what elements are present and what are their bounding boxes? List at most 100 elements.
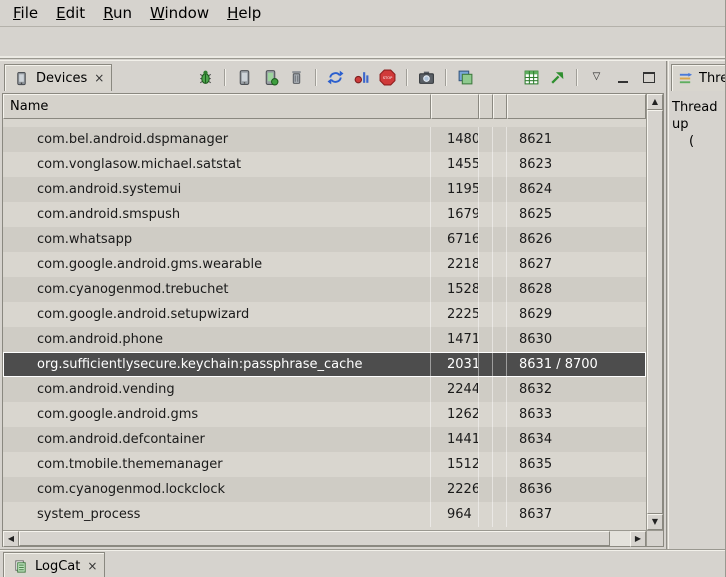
table-header: Name [3, 94, 646, 119]
cell-c3 [479, 252, 493, 277]
column-header-name-label: Name [10, 99, 48, 114]
scroll-right-button[interactable]: ▶ [630, 531, 646, 547]
tab-logcat[interactable]: LogCat × [3, 552, 105, 577]
cell-ports: 8628 [507, 277, 646, 302]
close-icon[interactable]: × [87, 559, 97, 573]
cell-pid: 1528 [431, 277, 479, 302]
cell-pid: 1512 [431, 452, 479, 477]
cell-c4 [493, 202, 507, 227]
table-row[interactable]: com.bel.android.dspmanager14808621 [3, 127, 646, 152]
cell-pid: 6716 [431, 227, 479, 252]
table-row[interactable]: com.android.phone14718630 [3, 327, 646, 352]
view-menu-icon[interactable]: ▽ [587, 68, 606, 87]
toolbar-separator [445, 69, 447, 86]
cell-pid: 1480 [431, 127, 479, 152]
tab-logcat-label: LogCat [35, 559, 80, 574]
cell-ports: 8637 [507, 502, 646, 527]
vertical-scroll-thumb[interactable] [647, 110, 663, 514]
grid-icon[interactable] [522, 68, 541, 87]
table-row[interactable]: com.android.vending224408632 [3, 377, 646, 402]
cell-name: com.vonglasow.michael.satstat [3, 152, 431, 177]
menu-window[interactable]: Window [141, 1, 218, 25]
partial-row [3, 119, 646, 127]
method-profiling-icon[interactable] [352, 68, 371, 87]
scroll-down-button[interactable]: ▼ [647, 514, 663, 530]
table-row[interactable]: com.cyanogenmod.lockclock222658636 [3, 477, 646, 502]
tab-devices-label: Devices [36, 71, 87, 86]
vertical-scrollbar: ▲ ▼ [646, 94, 663, 530]
table-row[interactable]: com.whatsapp6716 8626 [3, 227, 646, 252]
cell-c4 [493, 302, 507, 327]
logcat-icon [11, 557, 30, 576]
cell-ports: 8633 [507, 402, 646, 427]
cell-c4 [493, 127, 507, 152]
menu-help[interactable]: Help [218, 1, 270, 25]
cell-ports: 8627 [507, 252, 646, 277]
cell-name: com.android.phone [3, 327, 431, 352]
cell-ports: 8629 [507, 302, 646, 327]
threads-message: Thread up ( [669, 95, 726, 154]
table-row[interactable]: com.android.smspush16798625 [3, 202, 646, 227]
cell-c3 [479, 202, 493, 227]
menu-run[interactable]: Run [94, 1, 141, 25]
threads-icon [676, 69, 695, 88]
cell-ports: 8621 [507, 127, 646, 152]
cell-name: com.google.android.gms [3, 402, 431, 427]
gallery-icon[interactable] [456, 68, 475, 87]
close-icon[interactable]: × [94, 71, 104, 85]
column-header-4[interactable] [493, 94, 507, 119]
table-row[interactable]: com.android.defcontainer144118634 [3, 427, 646, 452]
debug-bug-icon[interactable] [196, 68, 215, 87]
table-row[interactable]: com.tmobile.thememanager15128635 [3, 452, 646, 477]
table-row[interactable]: system_process9648637 [3, 502, 646, 527]
column-header-pid[interactable] [431, 94, 479, 119]
table-row[interactable]: com.android.systemui11958624 [3, 177, 646, 202]
cell-pid: 1471 [431, 327, 479, 352]
menu-edit[interactable]: Edit [47, 1, 94, 25]
green-arrow-icon[interactable] [548, 68, 567, 87]
cell-name: com.cyanogenmod.trebuchet [3, 277, 431, 302]
minimize-icon[interactable] [613, 68, 632, 87]
tab-devices[interactable]: Devices × [4, 64, 112, 91]
table-row[interactable]: com.google.android.setupwizard222508629 [3, 302, 646, 327]
cell-c4 [493, 377, 507, 402]
menu-file[interactable]: File [4, 1, 47, 25]
column-header-ports[interactable] [507, 94, 646, 119]
tab-threads[interactable]: Threads [671, 64, 726, 91]
cell-name: org.sufficientlysecure.keychain:passphra… [3, 352, 431, 377]
cell-name: com.android.systemui [3, 177, 431, 202]
devices-view: Devices × [0, 61, 666, 550]
column-header-name[interactable]: Name [3, 94, 431, 119]
cell-name: com.cyanogenmod.lockclock [3, 477, 431, 502]
cell-c4 [493, 402, 507, 427]
horizontal-scroll-thumb[interactable] [19, 531, 610, 546]
trash-icon[interactable] [287, 68, 306, 87]
stop-process-icon[interactable]: STOP [378, 68, 397, 87]
phone-green-icon[interactable] [261, 68, 280, 87]
table-row[interactable]: org.sufficientlysecure.keychain:passphra… [3, 352, 646, 377]
threads-tabrow: Threads [669, 61, 726, 93]
camera-icon[interactable] [417, 68, 436, 87]
scroll-up-button[interactable]: ▲ [647, 94, 663, 110]
cell-pid: 12623 [431, 402, 479, 427]
device-icon [12, 69, 31, 88]
table-row[interactable]: com.google.android.gms.wearable221858627 [3, 252, 646, 277]
toolbar-separator [224, 69, 226, 86]
cell-c3 [479, 227, 493, 252]
update-threads-icon[interactable] [326, 68, 345, 87]
cell-name: com.whatsapp [3, 227, 431, 252]
cell-ports: 8626 [507, 227, 646, 252]
scroll-left-button[interactable]: ◀ [3, 531, 19, 547]
table-row[interactable]: com.google.android.gms12623 8633 [3, 402, 646, 427]
phone-icon[interactable] [235, 68, 254, 87]
table-row[interactable]: com.vonglasow.michael.satstat145538623 [3, 152, 646, 177]
maximize-icon[interactable] [639, 68, 658, 87]
cell-pid: 22250 [431, 302, 479, 327]
cell-c3 [479, 402, 493, 427]
column-header-3[interactable] [479, 94, 493, 119]
toolbar-separator [576, 69, 578, 86]
cell-c3 [479, 502, 493, 527]
cell-name: com.android.smspush [3, 202, 431, 227]
table-row[interactable]: com.cyanogenmod.trebuchet1528 8628 [3, 277, 646, 302]
cell-c4 [493, 277, 507, 302]
